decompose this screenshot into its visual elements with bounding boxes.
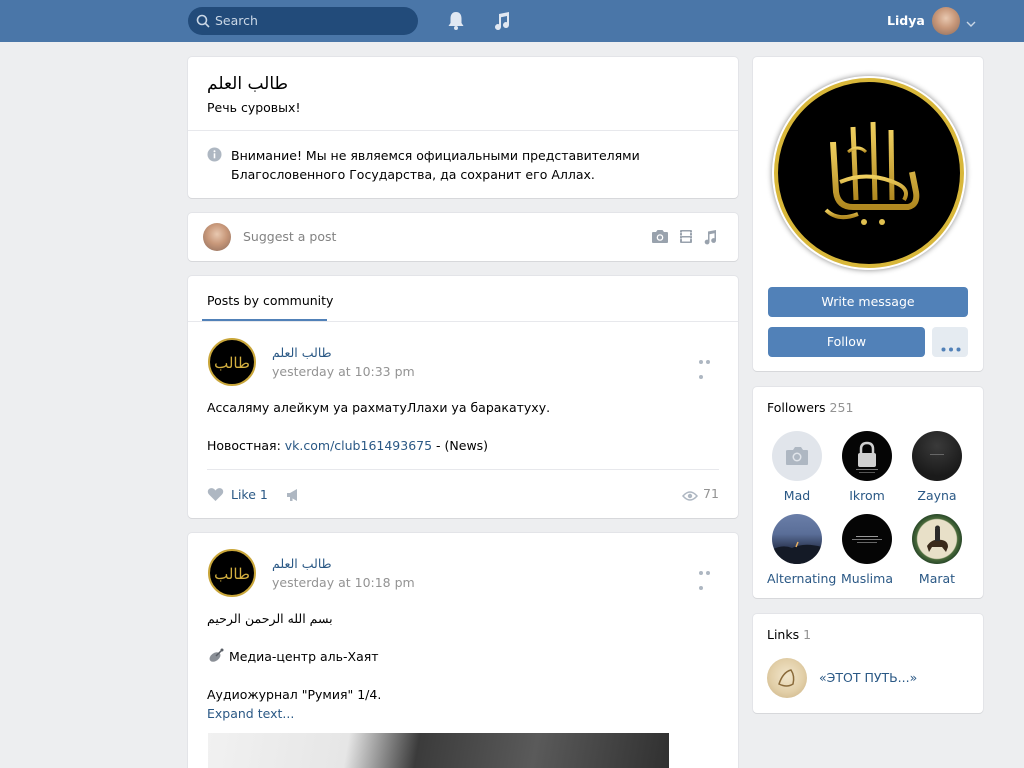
search-icon	[196, 14, 210, 31]
community-avatar-card: Write message Follow	[753, 57, 983, 371]
user-avatar	[932, 7, 960, 35]
user-name: Lidya	[887, 13, 925, 28]
avatar	[772, 514, 822, 564]
tab-posts-by-community[interactable]: Posts by community	[207, 293, 333, 308]
links-header[interactable]: Links 1	[767, 627, 811, 642]
expand-text-link[interactable]: Expand text...	[207, 706, 294, 721]
followers-header[interactable]: Followers 251	[767, 400, 853, 415]
avatar	[842, 431, 892, 481]
svg-text:طالب: طالب	[214, 565, 250, 583]
svg-text:طالب: طالب	[214, 354, 250, 372]
write-message-button[interactable]: Write message	[768, 287, 968, 317]
follower-item[interactable]: Alternating	[767, 514, 837, 586]
avatar	[912, 514, 962, 564]
follower-name: Marat	[918, 571, 956, 586]
follower-name: Muslima	[840, 571, 893, 586]
search-input[interactable]: Search	[188, 7, 418, 35]
post-image[interactable]	[208, 733, 669, 768]
follower-name: Alternating	[767, 571, 837, 586]
links-label: Links	[767, 627, 800, 642]
search-placeholder: Search	[215, 13, 258, 28]
link-title[interactable]: «ЭТОТ ПУТЬ...»	[819, 670, 917, 685]
post-text-prefix: Новостная:	[207, 438, 285, 453]
follower-item[interactable]: Muslima	[837, 514, 897, 586]
follower-name: Zayna	[917, 488, 957, 503]
eye-icon	[682, 489, 698, 504]
community-status: Речь суровых!	[207, 100, 301, 115]
post-text-line: Ассаляму алейкум уа рахматуЛлахи уа бара…	[207, 400, 551, 415]
avatar	[772, 431, 822, 481]
avatar	[842, 514, 892, 564]
more-actions-button[interactable]	[932, 327, 968, 357]
post-link[interactable]: vk.com/club161493675	[285, 438, 432, 453]
satellite-icon	[208, 648, 224, 667]
music-note-icon[interactable]	[703, 229, 718, 248]
follow-button[interactable]: Follow	[768, 327, 925, 357]
active-tab-indicator	[202, 319, 327, 321]
community-header: طالب العلم Речь суровых! Внимание! Мы не…	[188, 57, 738, 198]
like-button[interactable]: Like 1	[231, 487, 268, 502]
links-card: Links 1 «ЭТОТ ПУТЬ...»	[753, 614, 983, 713]
video-icon[interactable]	[679, 229, 693, 247]
follower-name: Mad	[783, 488, 811, 503]
camera-icon[interactable]	[651, 229, 669, 247]
community-info: Внимание! Мы не являемся официальными пр…	[231, 148, 640, 182]
divider	[207, 469, 719, 470]
post-card: طالب طالب العلم yesterday at 10:18 pm بس…	[188, 533, 738, 768]
followers-label: Followers	[767, 400, 826, 415]
divider	[188, 130, 738, 131]
followers-count: 251	[829, 400, 854, 415]
post-author-avatar[interactable]: طالب	[208, 549, 256, 597]
post-author-name[interactable]: طالب العلم	[272, 556, 332, 571]
like-label: Like	[231, 487, 256, 502]
link-thumbnail[interactable]	[767, 658, 807, 698]
post-menu-icon[interactable]	[699, 352, 719, 379]
community-avatar[interactable]	[774, 78, 964, 268]
posts-tabs: Posts by community	[188, 276, 738, 322]
avatar	[912, 431, 962, 481]
bell-icon[interactable]	[447, 11, 465, 34]
top-bar: Search Lidya	[0, 0, 1024, 42]
avatar	[203, 223, 231, 251]
post-text-line: Новостная: vk.com/club161493675 - (News)	[207, 438, 488, 453]
heart-icon[interactable]	[207, 487, 224, 505]
suggest-post-input[interactable]: Suggest a post	[243, 229, 336, 244]
view-count: 71	[703, 486, 719, 501]
post-date[interactable]: yesterday at 10:18 pm	[272, 575, 415, 590]
post-text-line: بسم الله الرحمن الرحيم	[207, 611, 333, 626]
post-text-line: Медиа-центр аль-Хаят	[229, 649, 379, 664]
post-author-name[interactable]: طالب العلم	[272, 345, 332, 360]
share-icon[interactable]	[286, 488, 302, 505]
chevron-down-icon	[966, 16, 976, 31]
follower-item[interactable]: Ikrom	[837, 431, 897, 503]
post-text-suffix: - (News)	[432, 438, 489, 453]
info-icon	[207, 147, 222, 165]
follower-name: Ikrom	[849, 488, 885, 503]
post-author-avatar[interactable]: طالب	[208, 338, 256, 386]
follower-item[interactable]: Marat	[907, 514, 967, 586]
post-menu-icon[interactable]	[699, 563, 719, 590]
page-title: طالب العلم	[207, 74, 289, 94]
follower-item[interactable]: Zayna	[907, 431, 967, 503]
posts-feed: Posts by community طالب طالب العلم yeste…	[188, 276, 738, 518]
suggest-post-box[interactable]: Suggest a post	[188, 213, 738, 261]
more-icon	[941, 340, 961, 355]
post-text-line: Аудиожурнал "Румия" 1/4.	[207, 687, 382, 702]
music-note-icon[interactable]	[493, 11, 511, 34]
post-date[interactable]: yesterday at 10:33 pm	[272, 364, 415, 379]
like-count: 1	[259, 487, 268, 502]
links-count: 1	[803, 627, 812, 642]
followers-card: Followers 251 Mad Ikrom Zayna Alternatin…	[753, 387, 983, 598]
follower-item[interactable]: Mad	[767, 431, 827, 503]
